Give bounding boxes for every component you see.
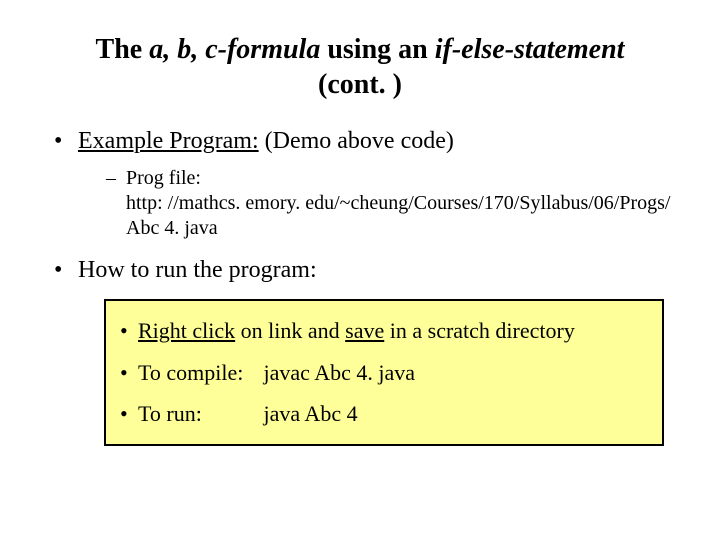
compile-label: To compile:: [138, 359, 258, 387]
title-cont: (cont. ): [318, 69, 402, 100]
title-mid: using an: [320, 34, 434, 65]
right-click-text: Right click: [138, 318, 235, 343]
row1-b: on link and: [235, 318, 345, 343]
save-text: save: [345, 318, 384, 343]
prog-file-label: Prog file:: [126, 167, 201, 189]
bullet-list: Example Program: (Demo above code) Prog …: [44, 126, 676, 285]
run-command: java Abc 4: [264, 401, 358, 426]
slide-title: The a, b, c-formula using an if-else-sta…: [44, 32, 676, 102]
box-row-compile: To compile: javac Abc 4. java: [120, 359, 648, 387]
example-program-rest: (Demo above code): [259, 128, 454, 154]
compile-command: javac Abc 4. java: [264, 360, 416, 385]
title-italic-ifelse: if-else-statement: [435, 34, 625, 65]
instructions-box: Right click on link and save in a scratc…: [104, 299, 664, 446]
how-to-run-text: How to run the program:: [78, 257, 317, 283]
sub-bullet-list: Prog file: http: //mathcs. emory. edu/~c…: [78, 166, 676, 241]
box-row-run: To run: java Abc 4: [120, 400, 648, 428]
run-label: To run:: [138, 400, 258, 428]
sub-bullet-prog-file: Prog file: http: //mathcs. emory. edu/~c…: [106, 166, 676, 241]
title-italic-abc: a, b, c-formula: [149, 34, 320, 65]
row1-d: in a scratch directory: [384, 318, 575, 343]
example-program-label: Example Program:: [78, 128, 259, 154]
box-row-save: Right click on link and save in a scratc…: [120, 317, 648, 345]
title-prefix: The: [96, 34, 150, 65]
slide: The a, b, c-formula using an if-else-sta…: [0, 0, 720, 540]
prog-file-url: http: //mathcs. emory. edu/~cheung/Cours…: [126, 192, 670, 239]
bullet-example-program: Example Program: (Demo above code) Prog …: [52, 126, 676, 241]
bullet-how-to-run: How to run the program:: [52, 255, 676, 285]
